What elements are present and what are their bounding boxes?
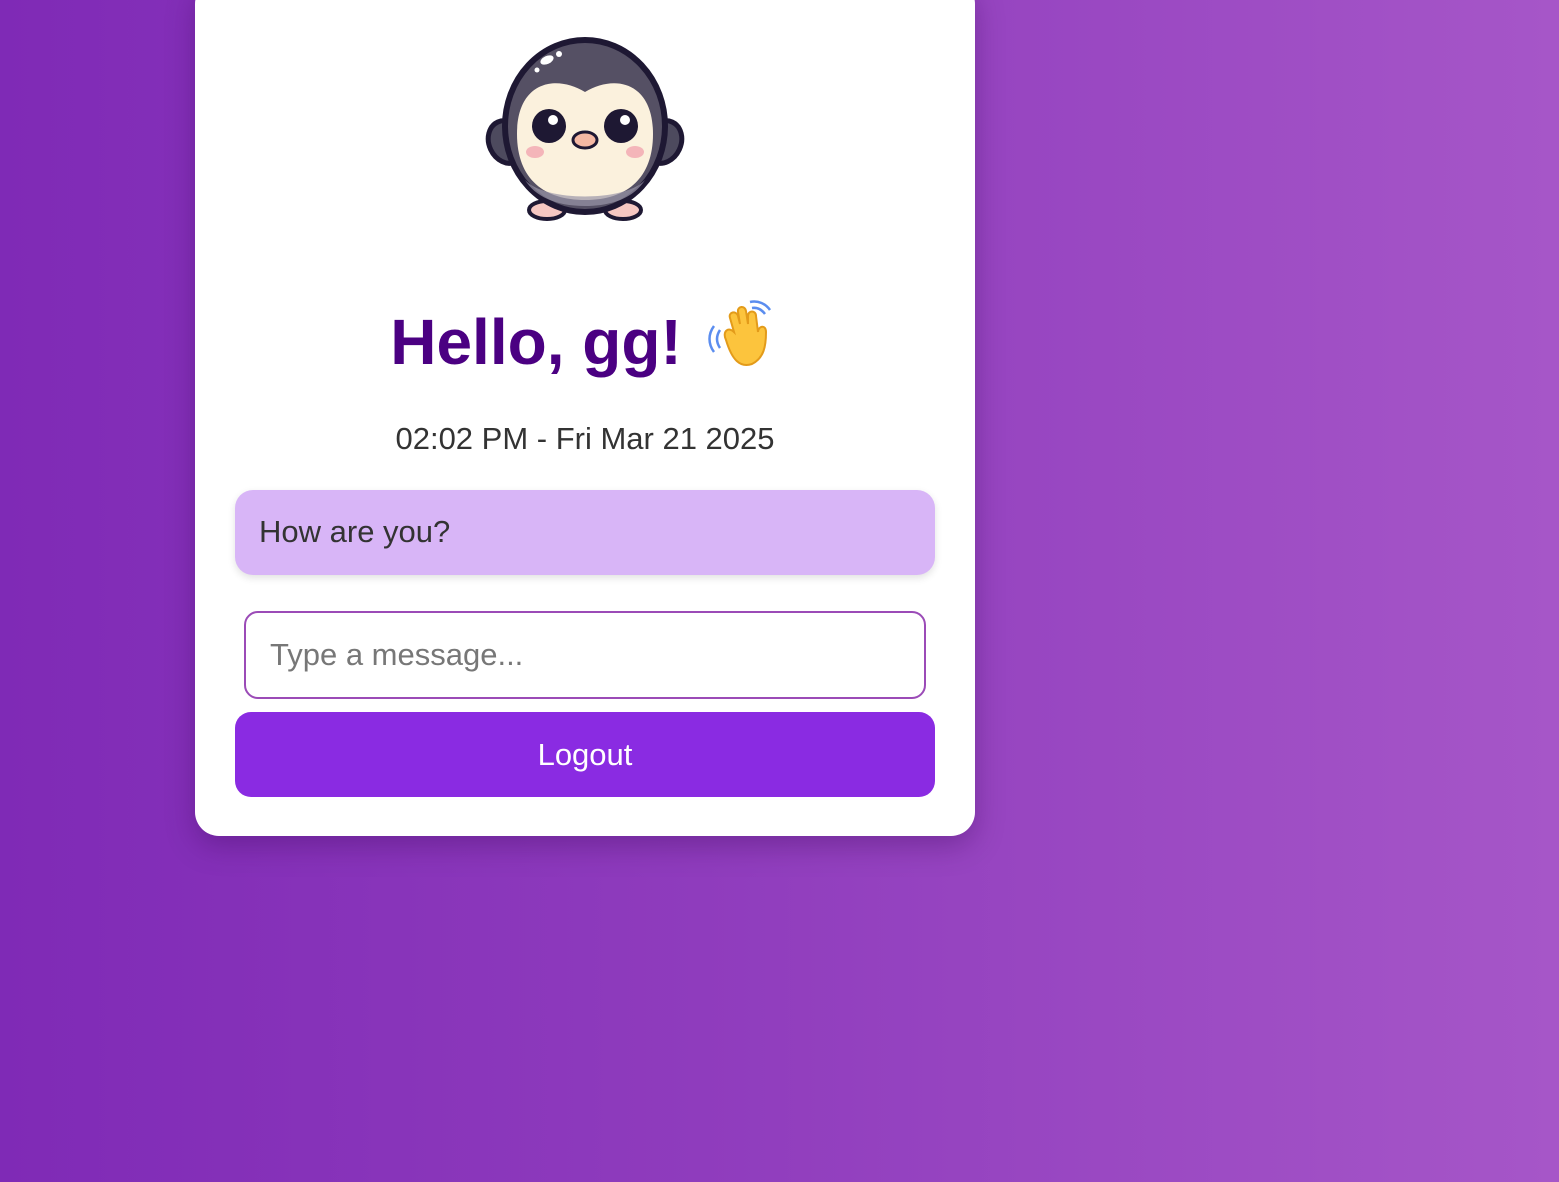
waving-hand-icon bbox=[708, 300, 771, 366]
message-text: How are you? bbox=[259, 514, 451, 549]
message-input[interactable] bbox=[244, 611, 926, 699]
logout-button[interactable]: Logout bbox=[235, 712, 935, 797]
greeting-card: Hello, gg! 02:02 PM - Fri Mar 21 2025 Ho… bbox=[195, 0, 975, 836]
page-title: Hello, gg! bbox=[195, 296, 975, 384]
message-bubble: How are you? bbox=[235, 490, 935, 575]
greeting-text: Hello, gg! bbox=[390, 306, 682, 378]
penguin-avatar-icon bbox=[485, 37, 685, 221]
datetime-label: 02:02 PM - Fri Mar 21 2025 bbox=[395, 421, 775, 456]
